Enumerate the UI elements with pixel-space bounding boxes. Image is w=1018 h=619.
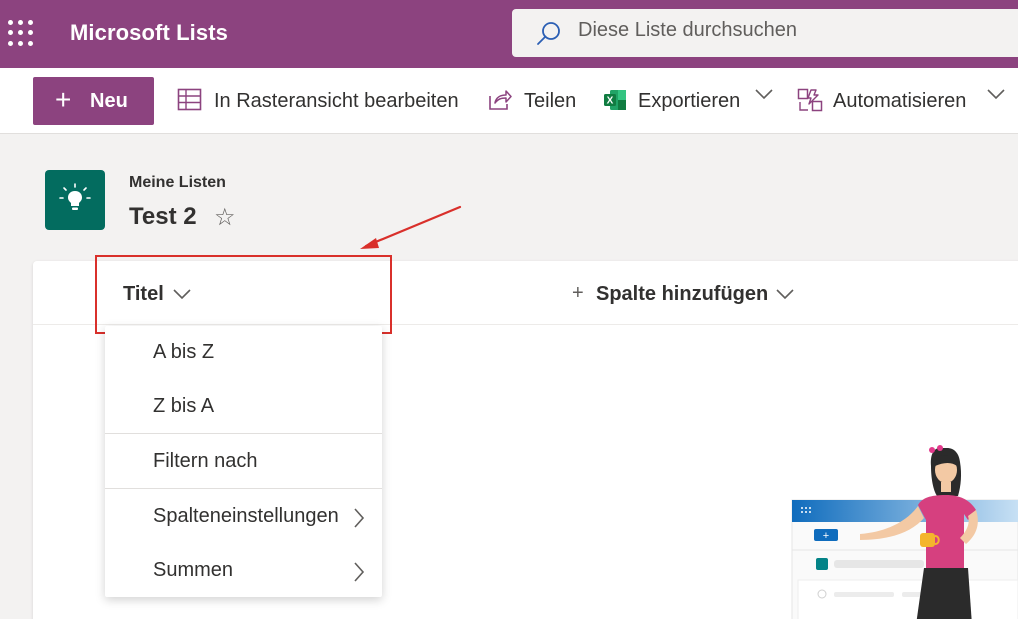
annotation-arrow bbox=[360, 205, 462, 249]
chevron-down-icon[interactable] bbox=[776, 288, 794, 300]
menu-item-totals[interactable]: Summen bbox=[105, 544, 382, 598]
chevron-down-icon bbox=[755, 89, 773, 100]
svg-text:+: + bbox=[823, 530, 829, 542]
app-launcher-icon[interactable] bbox=[6, 18, 36, 48]
search-input[interactable] bbox=[578, 19, 998, 42]
empty-list-illustration: + bbox=[791, 445, 1018, 619]
automate-label: Automatisieren bbox=[833, 90, 967, 112]
search-icon bbox=[537, 22, 560, 45]
menu-item-filter-by[interactable]: Filtern nach bbox=[105, 435, 382, 489]
menu-item-label: Summen bbox=[153, 559, 234, 581]
chevron-down-icon bbox=[987, 89, 1005, 100]
menu-item-sort-z-a[interactable]: Z bis A bbox=[105, 380, 382, 434]
breadcrumb[interactable]: Meine Listen bbox=[129, 174, 226, 192]
app-title[interactable]: Microsoft Lists bbox=[70, 20, 228, 46]
share-button[interactable]: Teilen bbox=[487, 86, 582, 116]
add-column-label: Spalte hinzufügen bbox=[596, 283, 769, 305]
menu-item-label: Filtern nach bbox=[153, 450, 258, 472]
command-bar: + Neu In Rasteransicht bearbeiten Teilen… bbox=[0, 68, 1018, 134]
chevron-right-icon bbox=[354, 508, 365, 528]
menu-item-column-settings[interactable]: Spalteneinstellungen bbox=[105, 490, 382, 544]
search-box[interactable] bbox=[512, 9, 1018, 57]
excel-icon: X bbox=[604, 90, 626, 110]
grid-edit-label: In Rasteransicht bearbeiten bbox=[214, 90, 459, 112]
share-icon bbox=[489, 90, 512, 110]
automate-button[interactable]: Automatisieren bbox=[797, 86, 1012, 116]
export-label: Exportieren bbox=[638, 90, 741, 112]
share-label: Teilen bbox=[524, 90, 577, 112]
automate-icon bbox=[797, 88, 823, 112]
plus-icon: + bbox=[55, 84, 72, 115]
favorite-star-icon[interactable]: ☆ bbox=[214, 203, 236, 232]
grid-icon bbox=[177, 88, 202, 111]
menu-divider bbox=[105, 433, 382, 434]
svg-text:X: X bbox=[607, 96, 614, 107]
menu-item-label: A bis Z bbox=[153, 341, 215, 363]
menu-item-label: Z bis A bbox=[153, 395, 215, 417]
menu-item-label: Spalteneinstellungen bbox=[153, 505, 339, 527]
grid-edit-button[interactable]: In Rasteransicht bearbeiten bbox=[177, 86, 467, 116]
new-button-label: Neu bbox=[90, 90, 128, 112]
menu-divider bbox=[105, 488, 382, 489]
chevron-right-icon bbox=[354, 562, 365, 582]
column-context-menu: A bis Z Z bis A Filtern nach Spalteneins… bbox=[105, 326, 382, 597]
menu-item-sort-a-z[interactable]: A bis Z bbox=[105, 326, 382, 380]
lightbulb-icon bbox=[59, 183, 91, 210]
export-button[interactable]: X Exportieren bbox=[603, 86, 778, 116]
new-button[interactable]: + Neu bbox=[33, 77, 154, 125]
plus-icon: + bbox=[572, 282, 584, 304]
list-icon-tile bbox=[45, 170, 105, 230]
top-bar: Microsoft Lists bbox=[0, 0, 1018, 68]
annotation-highlight-box bbox=[95, 255, 392, 334]
page-title: Test 2 bbox=[129, 203, 197, 230]
